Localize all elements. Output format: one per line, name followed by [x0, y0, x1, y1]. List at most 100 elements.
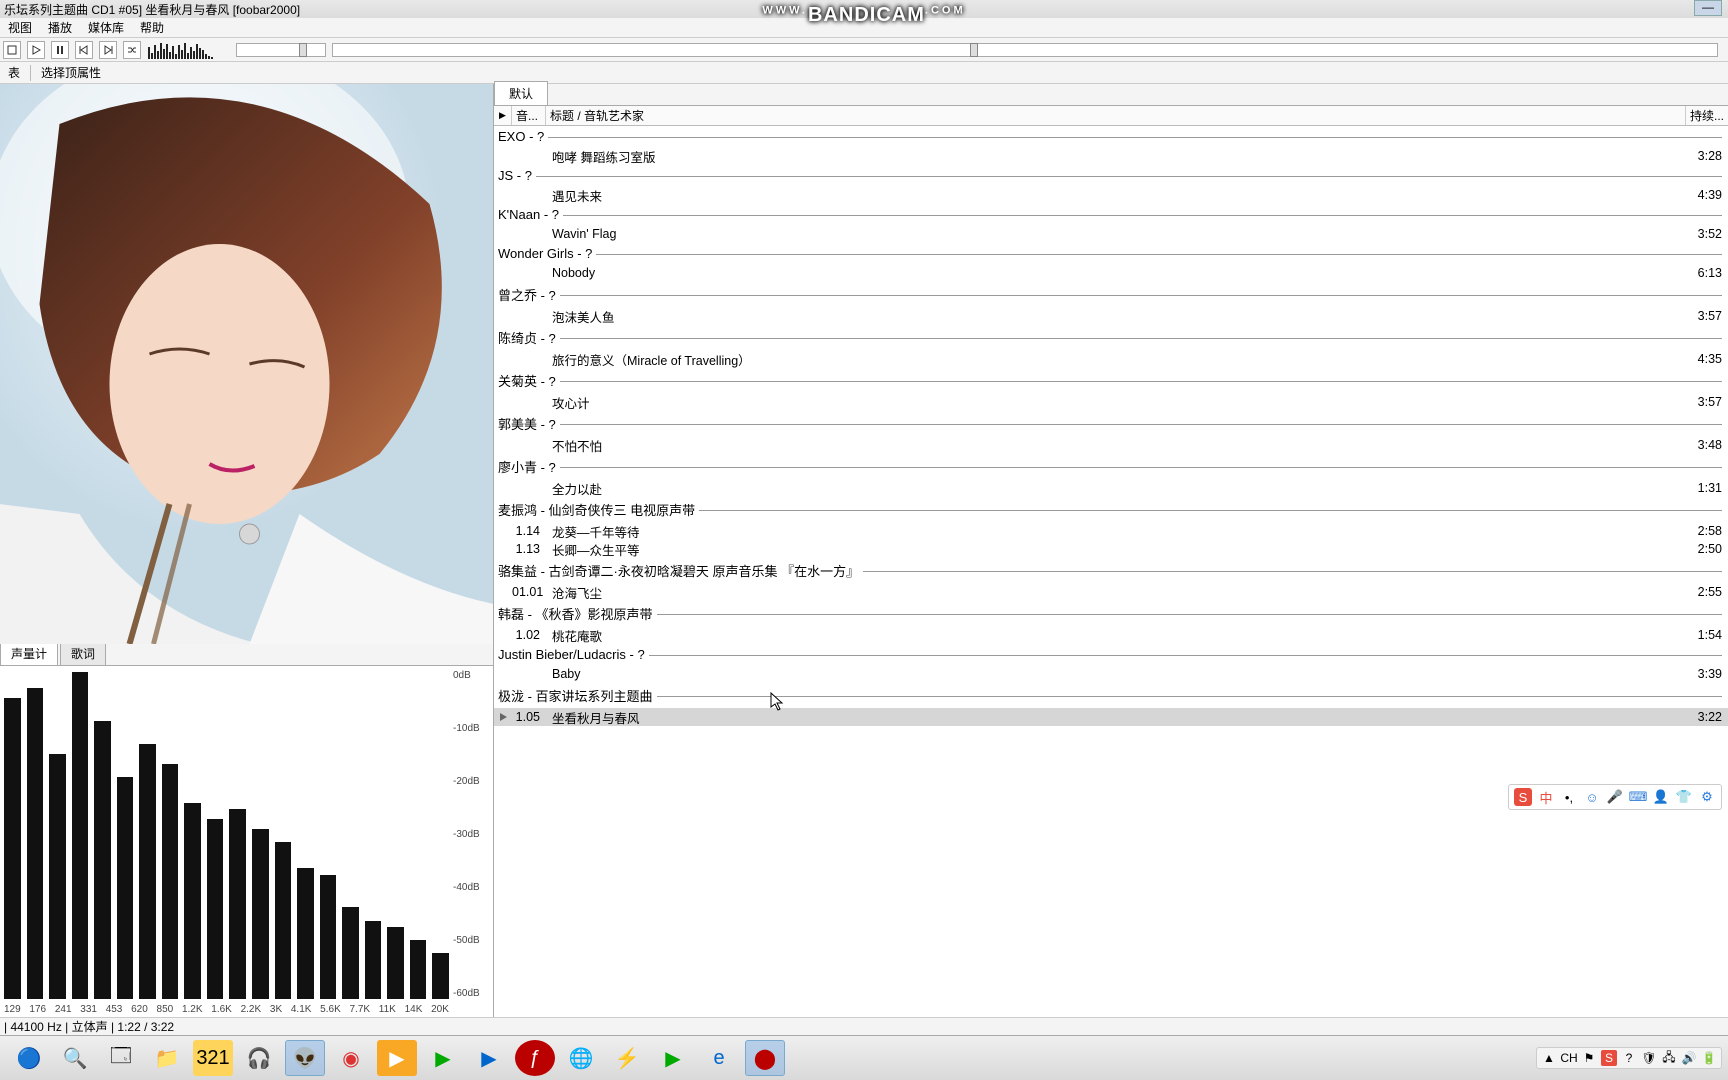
- playlist-group[interactable]: 麦振鸿 - 仙剑奇侠传三 电视原声带: [494, 497, 1728, 522]
- mini-spectrum: [148, 41, 226, 59]
- playlist-group[interactable]: 廖小青 - ?: [494, 454, 1728, 479]
- playlist-group[interactable]: K'Naan - ?: [494, 204, 1728, 225]
- ime-lang-icon[interactable]: 中: [1537, 788, 1555, 806]
- playlist-track[interactable]: 1.14 龙葵—千年等待 2:58: [494, 522, 1728, 540]
- subbar: 表 选择顶属性: [0, 62, 1728, 84]
- system-tray[interactable]: ▲ CH ⚑ S ? 🛡 🖧 🔊 🔋: [1536, 1047, 1722, 1069]
- ime-user-icon[interactable]: 👤: [1652, 788, 1670, 806]
- col-title[interactable]: 标题 / 音轨艺术家: [546, 106, 1686, 125]
- random-button[interactable]: [123, 41, 141, 59]
- ime-punct-icon[interactable]: •,: [1560, 788, 1578, 806]
- iqiyi-icon[interactable]: ▶: [423, 1040, 463, 1076]
- prev-button[interactable]: [75, 41, 93, 59]
- playlist-track[interactable]: 咆哮 舞蹈练习室版 3:28: [494, 147, 1728, 165]
- ime-keyboard-icon[interactable]: ⌨: [1629, 788, 1647, 806]
- seek-slider[interactable]: [236, 43, 326, 57]
- col-playing[interactable]: ▶: [494, 106, 512, 125]
- subbar-properties[interactable]: 选择顶属性: [33, 61, 109, 84]
- tab-level-meter[interactable]: 声量计: [0, 641, 58, 665]
- playlist-track[interactable]: 遇见未来 4:39: [494, 186, 1728, 204]
- playlist-group[interactable]: 极泷 - 百家讲坛系列主题曲: [494, 683, 1728, 708]
- tab-default[interactable]: 默认: [494, 81, 548, 105]
- tray-shield-icon[interactable]: 🛡: [1641, 1050, 1657, 1066]
- taskbar: 🔵 🔍 🗔 📁 321 🎧 👽 ◉ ▶ ▶ ▶ ƒ 🌐 ⚡ ▶ e ⬤ ▲ CH…: [0, 1035, 1728, 1080]
- tray-flag-icon[interactable]: ⚑: [1581, 1050, 1597, 1066]
- tray-help-icon[interactable]: ?: [1621, 1050, 1637, 1066]
- play-button[interactable]: [27, 41, 45, 59]
- netease-icon[interactable]: ◉: [331, 1040, 371, 1076]
- explorer-icon[interactable]: 📁: [147, 1040, 187, 1076]
- playlist-group[interactable]: Justin Bieber/Ludacris - ?: [494, 644, 1728, 665]
- ime-skin-icon[interactable]: 👕: [1675, 788, 1693, 806]
- bandicam-icon[interactable]: ⬤: [745, 1040, 785, 1076]
- media-icon[interactable]: ▶: [653, 1040, 693, 1076]
- playlist-group[interactable]: 郭美美 - ?: [494, 411, 1728, 436]
- playlist-track[interactable]: 旅行的意义（Miracle of Travelling） 4:35: [494, 350, 1728, 368]
- start-button[interactable]: 🔵: [9, 1040, 49, 1076]
- playlist-group[interactable]: JS - ?: [494, 165, 1728, 186]
- playlist-group[interactable]: Wonder Girls - ?: [494, 243, 1728, 264]
- menu-play[interactable]: 播放: [40, 17, 80, 38]
- sogou-icon[interactable]: S: [1514, 788, 1532, 806]
- playlist[interactable]: EXO - ? 咆哮 舞蹈练习室版 3:28JS - ? 遇见未来 4:39K'…: [494, 126, 1728, 1017]
- tray-network-icon[interactable]: 🖧: [1661, 1050, 1677, 1066]
- tray-up-icon[interactable]: ▲: [1541, 1050, 1557, 1066]
- tray-battery-icon[interactable]: 🔋: [1701, 1050, 1717, 1066]
- youku-icon[interactable]: ▶: [469, 1040, 509, 1076]
- next-button[interactable]: [99, 41, 117, 59]
- search-icon[interactable]: 🔍: [55, 1040, 95, 1076]
- headphones-icon[interactable]: 🎧: [239, 1040, 279, 1076]
- subbar-left[interactable]: 表: [0, 61, 28, 84]
- playlist-track[interactable]: Baby 3:39: [494, 665, 1728, 683]
- playlist-track[interactable]: 1.02 桃花庵歌 1:54: [494, 626, 1728, 644]
- playlist-track[interactable]: 泡沫美人鱼 3:57: [494, 307, 1728, 325]
- playlist-group[interactable]: EXO - ?: [494, 126, 1728, 147]
- tray-volume-icon[interactable]: 🔊: [1681, 1050, 1697, 1066]
- column-header: ▶ 音... 标题 / 音轨艺术家 持续...: [494, 106, 1728, 126]
- mpc-icon[interactable]: 321: [193, 1040, 233, 1076]
- thunder-icon[interactable]: ⚡: [607, 1040, 647, 1076]
- ime-tool-icon[interactable]: ⚙: [1698, 788, 1716, 806]
- ime-voice-icon[interactable]: 🎤: [1606, 788, 1624, 806]
- playlist-group[interactable]: 陈绮贞 - ?: [494, 325, 1728, 350]
- playlist-track[interactable]: Wavin' Flag 3:52: [494, 225, 1728, 243]
- recorder-watermark: WWW.BANDICAM.COM: [762, 4, 965, 27]
- playlist-pane: 默认 ▶ 音... 标题 / 音轨艺术家 持续... EXO - ? 咆哮 舞蹈…: [494, 84, 1728, 1017]
- divider: [30, 65, 31, 81]
- status-info: | 44100 Hz | 立体声 | 1:22 / 3:22: [4, 1018, 174, 1035]
- playlist-track[interactable]: Nobody 6:13: [494, 264, 1728, 282]
- menu-help[interactable]: 帮助: [132, 17, 172, 38]
- pause-button[interactable]: [51, 41, 69, 59]
- col-number[interactable]: 音...: [512, 106, 546, 125]
- foobar-task-icon[interactable]: 👽: [285, 1040, 325, 1076]
- ime-emoji-icon[interactable]: ☺: [1583, 788, 1601, 806]
- flash-icon[interactable]: ƒ: [515, 1040, 555, 1076]
- player-icon[interactable]: ▶: [377, 1040, 417, 1076]
- playlist-track[interactable]: 不怕不怕 3:48: [494, 436, 1728, 454]
- playlist-track[interactable]: 1.13 长卿—众生平等 2:50: [494, 540, 1728, 558]
- tab-lyrics[interactable]: 歌词: [60, 641, 106, 665]
- chrome-icon[interactable]: 🌐: [561, 1040, 601, 1076]
- volume-slider[interactable]: [332, 43, 1718, 57]
- tray-sogou-icon[interactable]: S: [1601, 1050, 1617, 1066]
- playlist-group[interactable]: 骆集益 - 古剑奇谭二·永夜初晗凝碧天 原声音乐集 『在水一方』: [494, 558, 1728, 583]
- stop-button[interactable]: [3, 41, 21, 59]
- col-duration[interactable]: 持续...: [1686, 106, 1728, 125]
- task-view-icon[interactable]: 🗔: [101, 1040, 141, 1076]
- playlist-track[interactable]: 01.01 沧海飞尘 2:55: [494, 583, 1728, 601]
- playlist-group[interactable]: 关菊英 - ?: [494, 368, 1728, 393]
- playlist-track[interactable]: 1.05 坐看秋月与春风 3:22: [494, 708, 1728, 726]
- window-title: 乐坛系列主题曲 CD1 #05] 坐看秋月与春风 [foobar2000]: [4, 1, 300, 18]
- menu-view[interactable]: 视图: [0, 17, 40, 38]
- ime-toolbar[interactable]: S 中 •, ☺ 🎤 ⌨ 👤 👕 ⚙: [1508, 784, 1722, 810]
- playlist-track[interactable]: 全力以赴 1:31: [494, 479, 1728, 497]
- ie-icon[interactable]: e: [699, 1040, 739, 1076]
- spectrum-analyzer: 0dB-10dB-20dB-30dB-40dB-50dB-60dB 129176…: [0, 666, 493, 1017]
- playlist-track[interactable]: 攻心计 3:57: [494, 393, 1728, 411]
- menu-library[interactable]: 媒体库: [80, 17, 132, 38]
- playlist-group[interactable]: 韩磊 - 《秋香》影视原声带: [494, 601, 1728, 626]
- minimize-button[interactable]: —: [1694, 0, 1722, 16]
- playlist-group[interactable]: 曾之乔 - ?: [494, 282, 1728, 307]
- left-pane: 声量计 歌词 0dB-10dB-20dB-30dB-40dB-50dB-60dB…: [0, 84, 494, 1017]
- tray-lang-icon[interactable]: CH: [1561, 1050, 1577, 1066]
